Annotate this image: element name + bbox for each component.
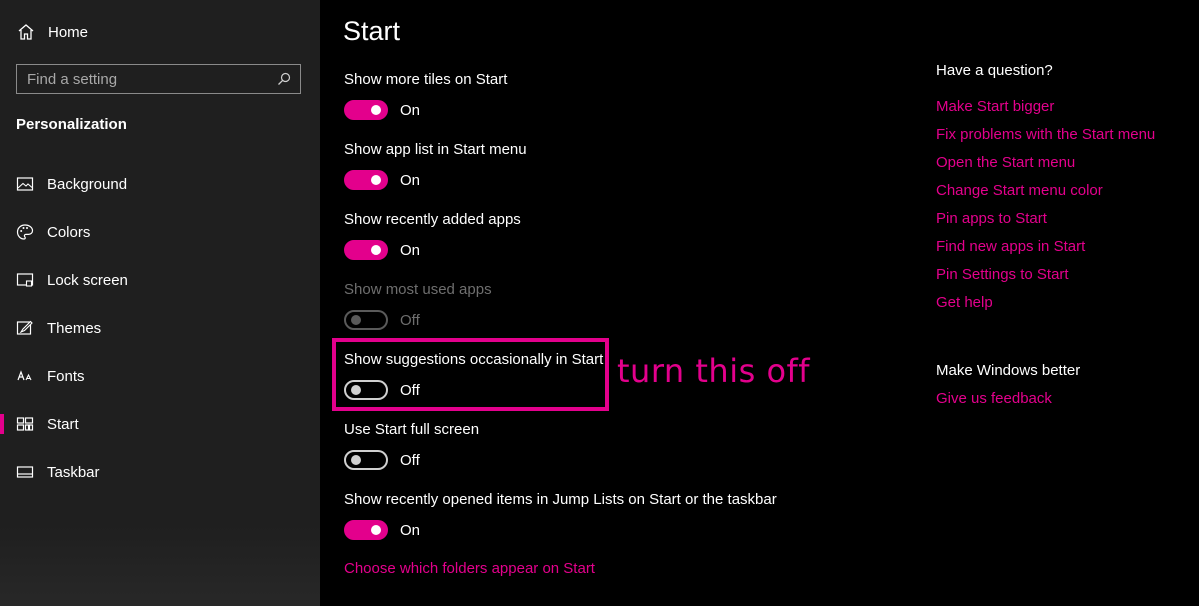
setting-label: Show app list in Start menu xyxy=(344,141,527,158)
search-box[interactable] xyxy=(16,64,301,94)
toggle-state: On xyxy=(400,241,421,259)
setting-most-used: Show most used apps Off xyxy=(344,280,492,330)
toggle-state: Off xyxy=(400,381,420,399)
sidebar-item-background[interactable]: Background xyxy=(0,160,320,208)
toggle-knob xyxy=(371,245,381,255)
search-icon[interactable] xyxy=(276,71,292,87)
sidebar-item-start[interactable]: Start xyxy=(0,400,320,448)
toggle-switch[interactable] xyxy=(344,100,388,120)
toggle-switch[interactable] xyxy=(344,520,388,540)
feedback-heading: Make Windows better xyxy=(936,362,1081,379)
sidebar-item-colors[interactable]: Colors xyxy=(0,208,320,256)
taskbar-icon xyxy=(16,466,34,478)
help-link-pin-apps[interactable]: Pin apps to Start xyxy=(936,210,1047,227)
help-link-fix[interactable]: Fix problems with the Start menu xyxy=(936,126,1155,143)
toggle-state: Off xyxy=(400,451,420,469)
sidebar-item-taskbar[interactable]: Taskbar xyxy=(0,448,320,496)
setting-jump-lists: Show recently opened items in Jump Lists… xyxy=(344,490,777,540)
sidebar-item-label: Background xyxy=(47,175,128,193)
selected-indicator xyxy=(0,414,4,434)
toggle-knob xyxy=(371,525,381,535)
page-title: Start xyxy=(343,16,401,46)
sidebar-item-label: Taskbar xyxy=(47,463,100,481)
sidebar: Home Personalization Background Colors xyxy=(0,0,320,606)
sidebar-item-label: Lock screen xyxy=(47,271,128,289)
toggle-state: On xyxy=(400,101,421,119)
help-heading: Have a question? xyxy=(936,62,1053,79)
picture-icon xyxy=(16,177,34,191)
section-title: Personalization xyxy=(16,116,127,133)
sidebar-nav: Background Colors Lock screen Themes Fon… xyxy=(0,160,320,496)
palette-icon xyxy=(16,224,34,240)
toggle-switch[interactable] xyxy=(344,240,388,260)
sidebar-item-themes[interactable]: Themes xyxy=(0,304,320,352)
font-icon xyxy=(17,370,32,381)
home-link[interactable]: Home xyxy=(16,20,88,44)
toggle-switch[interactable] xyxy=(344,450,388,470)
help-link-find-apps[interactable]: Find new apps in Start xyxy=(936,238,1085,255)
sidebar-item-label: Themes xyxy=(47,319,102,337)
setting-recently-added: Show recently added apps On xyxy=(344,210,521,260)
help-link-bigger[interactable]: Make Start bigger xyxy=(936,98,1054,115)
help-link-color[interactable]: Change Start menu color xyxy=(936,182,1103,199)
help-link-open[interactable]: Open the Start menu xyxy=(936,154,1075,171)
help-link-pin-settings[interactable]: Pin Settings to Start xyxy=(936,266,1069,283)
brush-icon xyxy=(16,320,33,335)
toggle-knob xyxy=(371,175,381,185)
setting-label: Show most used apps xyxy=(344,281,492,298)
sidebar-item-fonts[interactable]: Fonts xyxy=(0,352,320,400)
home-icon xyxy=(18,24,34,40)
toggle-knob xyxy=(351,455,361,465)
sidebar-item-label: Start xyxy=(47,415,79,433)
toggle-state: On xyxy=(400,521,421,539)
setting-more-tiles: Show more tiles on Start On xyxy=(344,70,507,120)
sidebar-item-lock-screen[interactable]: Lock screen xyxy=(0,256,320,304)
setting-label: Show more tiles on Start xyxy=(344,71,508,88)
setting-suggestions: Show suggestions occasionally in Start O… xyxy=(344,350,603,400)
toggle-switch[interactable] xyxy=(344,170,388,190)
toggle-knob xyxy=(371,105,381,115)
setting-app-list: Show app list in Start menu On xyxy=(344,140,527,190)
toggle-knob xyxy=(351,385,361,395)
setting-label: Show suggestions occasionally in Start xyxy=(344,351,604,368)
start-icon xyxy=(16,417,34,431)
sidebar-item-label: Fonts xyxy=(47,367,85,385)
help-link-get-help[interactable]: Get help xyxy=(936,294,993,311)
setting-full-screen: Use Start full screen Off xyxy=(344,420,479,470)
sidebar-shading xyxy=(0,526,320,606)
toggle-switch[interactable] xyxy=(344,380,388,400)
home-label: Home xyxy=(48,23,89,41)
sidebar-item-label: Colors xyxy=(47,223,91,241)
setting-label: Show recently added apps xyxy=(344,211,521,228)
setting-label: Use Start full screen xyxy=(344,421,480,438)
toggle-state: Off xyxy=(400,311,420,329)
toggle-state: On xyxy=(400,171,421,189)
toggle-knob xyxy=(351,315,361,325)
choose-folders-link[interactable]: Choose which folders appear on Start xyxy=(344,560,595,577)
lock-screen-icon xyxy=(16,273,34,287)
feedback-link[interactable]: Give us feedback xyxy=(936,390,1052,407)
search-input[interactable] xyxy=(17,65,276,93)
toggle-switch xyxy=(344,310,388,330)
annotation-text: turn this off xyxy=(617,352,811,390)
setting-label: Show recently opened items in Jump Lists… xyxy=(344,491,777,508)
